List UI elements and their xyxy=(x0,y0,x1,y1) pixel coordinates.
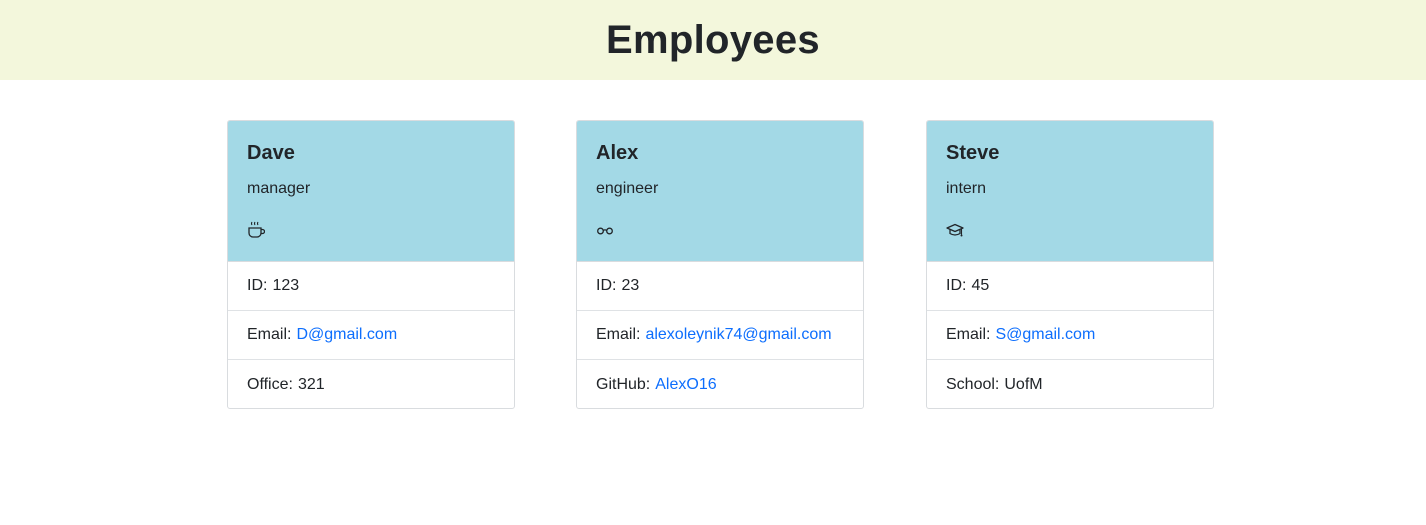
email-label: Email: xyxy=(946,326,991,343)
office-label: Office: xyxy=(247,375,293,393)
employee-role: engineer xyxy=(596,180,659,197)
employee-role: manager xyxy=(247,180,311,197)
employee-id-row: ID: 23 xyxy=(577,262,863,311)
card-header: Steve intern xyxy=(927,121,1213,262)
employee-github-row: GitHub: AlexO16 xyxy=(577,360,863,408)
employee-card-alex: Alex engineer ID: 23 Email: alexoleynik7… xyxy=(576,120,864,409)
card-header: Alex engineer xyxy=(577,121,863,262)
email-link[interactable]: S@gmail.com xyxy=(995,326,1095,344)
id-label: ID: xyxy=(247,277,268,294)
employee-name: Steve xyxy=(946,142,1000,164)
graduation-cap-icon xyxy=(946,220,964,240)
page-header: Employees xyxy=(0,0,1426,80)
email-link[interactable]: alexoleynik74@gmail.com xyxy=(645,326,831,344)
github-label: GitHub: xyxy=(596,375,651,393)
employee-card-dave: Dave manager ID: 123 Email: D@gmail.com … xyxy=(227,120,515,409)
employee-role: intern xyxy=(946,180,987,197)
id-label: ID: xyxy=(596,277,617,294)
github-link[interactable]: AlexO16 xyxy=(655,376,716,394)
id-value: 23 xyxy=(621,277,640,294)
card-header: Dave manager xyxy=(228,121,514,262)
employee-email-row: Email: S@gmail.com xyxy=(927,311,1213,360)
office-value: 321 xyxy=(297,375,325,393)
employee-card-steve: Steve intern ID: 45 Email: S@gmail.com S… xyxy=(926,120,1214,409)
employee-id-row: ID: 123 xyxy=(228,262,514,311)
school-value: UofM xyxy=(1004,375,1043,393)
id-label: ID: xyxy=(946,277,967,294)
coffee-cup-icon xyxy=(247,220,265,240)
page-title: Employees xyxy=(606,17,820,62)
employee-name: Dave xyxy=(247,142,295,164)
glasses-icon xyxy=(596,220,614,240)
employee-email-row: Email: D@gmail.com xyxy=(228,311,514,360)
email-label: Email: xyxy=(596,326,641,343)
employee-id-row: ID: 45 xyxy=(927,262,1213,311)
employee-email-row: Email: alexoleynik74@gmail.com xyxy=(577,311,863,360)
employee-name: Alex xyxy=(596,142,639,164)
id-value: 123 xyxy=(272,277,300,294)
id-value: 45 xyxy=(971,277,990,294)
school-label: School: xyxy=(946,375,1000,393)
email-link[interactable]: D@gmail.com xyxy=(296,326,397,344)
employee-office-row: Office: 321 xyxy=(228,360,514,408)
employee-school-row: School: UofM xyxy=(927,360,1213,408)
email-label: Email: xyxy=(247,326,292,343)
